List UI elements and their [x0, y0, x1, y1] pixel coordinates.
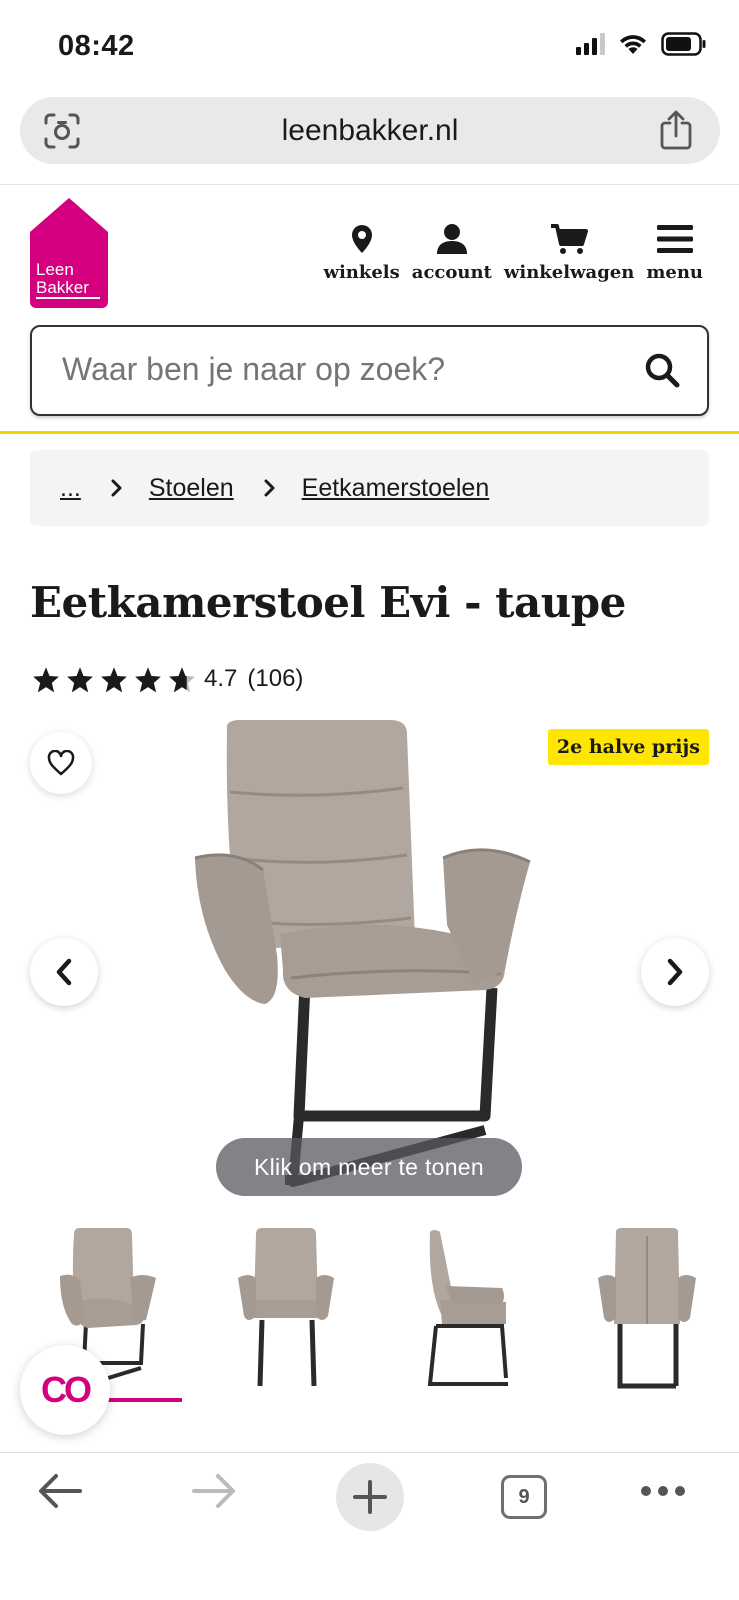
thumbnail-strip: [0, 1228, 739, 1408]
show-more-overlay[interactable]: Klik om meer te tonen: [216, 1138, 522, 1196]
thumbnail-4[interactable]: [576, 1228, 716, 1398]
nav-account[interactable]: account: [412, 222, 492, 283]
arrow-left-icon: [39, 1474, 82, 1508]
star-icon: [33, 666, 59, 692]
address-bar[interactable]: leenbakker.nl: [20, 97, 720, 164]
breadcrumb-ellipsis[interactable]: ...: [60, 474, 81, 503]
nav-winkelwagen[interactable]: winkelwagen: [504, 222, 634, 283]
nav-label-winkelwagen: winkelwagen: [503, 262, 635, 283]
breadcrumb-stoelen[interactable]: Stoelen: [149, 474, 234, 503]
hamburger-icon: [656, 225, 693, 253]
more-button[interactable]: [640, 1485, 686, 1497]
thumbnail-2[interactable]: [216, 1228, 356, 1398]
divider: [0, 184, 739, 185]
product-title: Eetkamerstoel Evi - taupe: [30, 578, 626, 627]
rating-value: 4.7: [204, 665, 238, 692]
chevron-right-icon: [667, 958, 683, 986]
signal-icon: [576, 33, 605, 55]
header-nav: winkels account winkelwagen menu: [323, 222, 703, 283]
back-button[interactable]: [36, 1471, 84, 1511]
chevron-right-icon: [111, 479, 123, 497]
nav-winkels[interactable]: winkels: [323, 222, 400, 283]
rating-stars: [32, 666, 196, 693]
wifi-icon: [620, 35, 646, 54]
rating-count: (106): [247, 665, 304, 692]
logo-text-bakker: Bakker: [36, 278, 89, 297]
forward-button[interactable]: [190, 1471, 238, 1511]
tabs-button[interactable]: 9: [501, 1475, 547, 1519]
breadcrumb-eetkamerstoelen[interactable]: Eetkamerstoelen: [302, 474, 490, 503]
cart-icon: [551, 224, 589, 254]
star-icon: [135, 666, 161, 692]
logo-text-leen: Leen: [36, 260, 74, 279]
product-image[interactable]: [185, 720, 555, 1210]
search-icon[interactable]: [643, 351, 681, 389]
chevron-left-icon: [56, 958, 72, 986]
chat-button[interactable]: CO: [20, 1345, 110, 1435]
product-gallery[interactable]: 2e halve prijs Klik om meer te tonen: [0, 720, 739, 1210]
favorite-button[interactable]: [30, 732, 92, 794]
nav-label-account: account: [411, 262, 492, 283]
heart-icon: [47, 750, 75, 776]
battery-icon: [661, 32, 706, 56]
promo-badge: 2e halve prijs: [547, 729, 709, 765]
nav-label-winkels: winkels: [323, 262, 400, 283]
user-icon: [436, 224, 467, 254]
plus-icon: [353, 1480, 387, 1514]
nav-label-menu: menu: [646, 262, 703, 283]
status-icons: [576, 32, 707, 56]
status-time: 08:42: [58, 30, 135, 62]
new-tab-button[interactable]: [336, 1463, 404, 1531]
status-bar: 08:42: [0, 0, 739, 92]
url-text[interactable]: leenbakker.nl: [20, 114, 720, 148]
thumbnail-3[interactable]: [396, 1228, 536, 1398]
nav-menu[interactable]: menu: [646, 222, 703, 283]
location-pin-icon: [351, 225, 372, 253]
header-accent-line: [0, 431, 739, 434]
arrow-right-icon: [192, 1474, 235, 1508]
star-icon: [67, 666, 93, 692]
chevron-right-icon: [264, 479, 276, 497]
star-partial-icon: [169, 666, 195, 692]
more-dots-icon: [641, 1486, 685, 1496]
product-rating[interactable]: 4.7 (106): [32, 665, 303, 693]
star-icon: [101, 666, 127, 692]
browser-toolbar: 9: [0, 1453, 739, 1600]
gallery-next-button[interactable]: [641, 938, 709, 1006]
search-box[interactable]: [30, 325, 709, 416]
gallery-prev-button[interactable]: [30, 938, 98, 1006]
leen-bakker-logo[interactable]: Leen Bakker: [30, 198, 108, 310]
breadcrumb: ... Stoelen Eetkamerstoelen: [30, 450, 709, 526]
share-icon[interactable]: [658, 109, 694, 151]
search-input[interactable]: [62, 351, 622, 388]
